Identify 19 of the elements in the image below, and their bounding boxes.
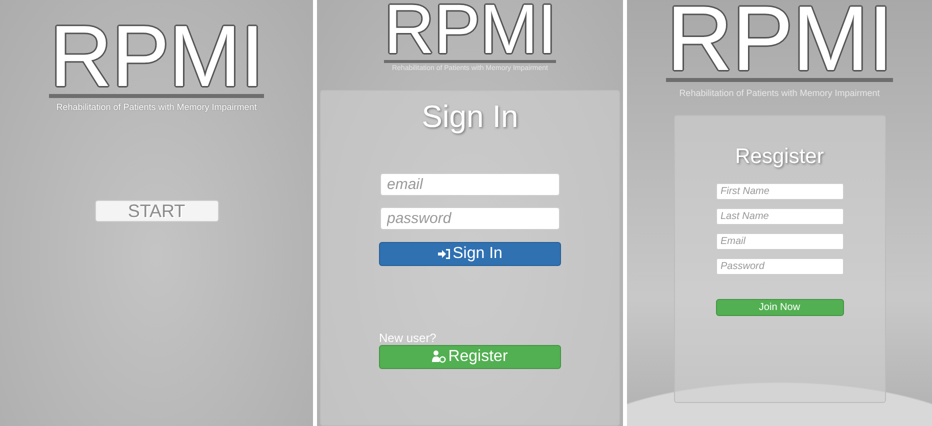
new-user-label: New user? — [379, 332, 436, 345]
input-field[interactable]: password — [380, 206, 560, 230]
add-user-icon — [432, 350, 446, 364]
input-field[interactable]: Password — [716, 258, 844, 276]
register-button[interactable]: Register — [379, 344, 561, 369]
input-field[interactable]: email — [380, 172, 560, 196]
sign-in-icon — [438, 248, 451, 260]
sign-in-heading: Sign In — [422, 98, 518, 134]
input-field[interactable]: First Name — [716, 183, 844, 200]
logo-title: RPMI — [666, 0, 893, 78]
start-button[interactable]: START — [94, 200, 218, 222]
logo-title: RPMI — [384, 0, 556, 60]
input-field[interactable]: Email — [716, 233, 844, 250]
join-now-button[interactable]: Join Now — [716, 299, 844, 316]
register-heading: Resgister — [735, 145, 824, 170]
sign-in-button[interactable]: Sign In — [379, 242, 561, 266]
input-field[interactable]: Last Name — [716, 208, 844, 226]
logo-subtitle: Rehabilitation of Patients with Memory Impairment — [56, 102, 257, 112]
logo-title: RPMI — [49, 20, 264, 94]
